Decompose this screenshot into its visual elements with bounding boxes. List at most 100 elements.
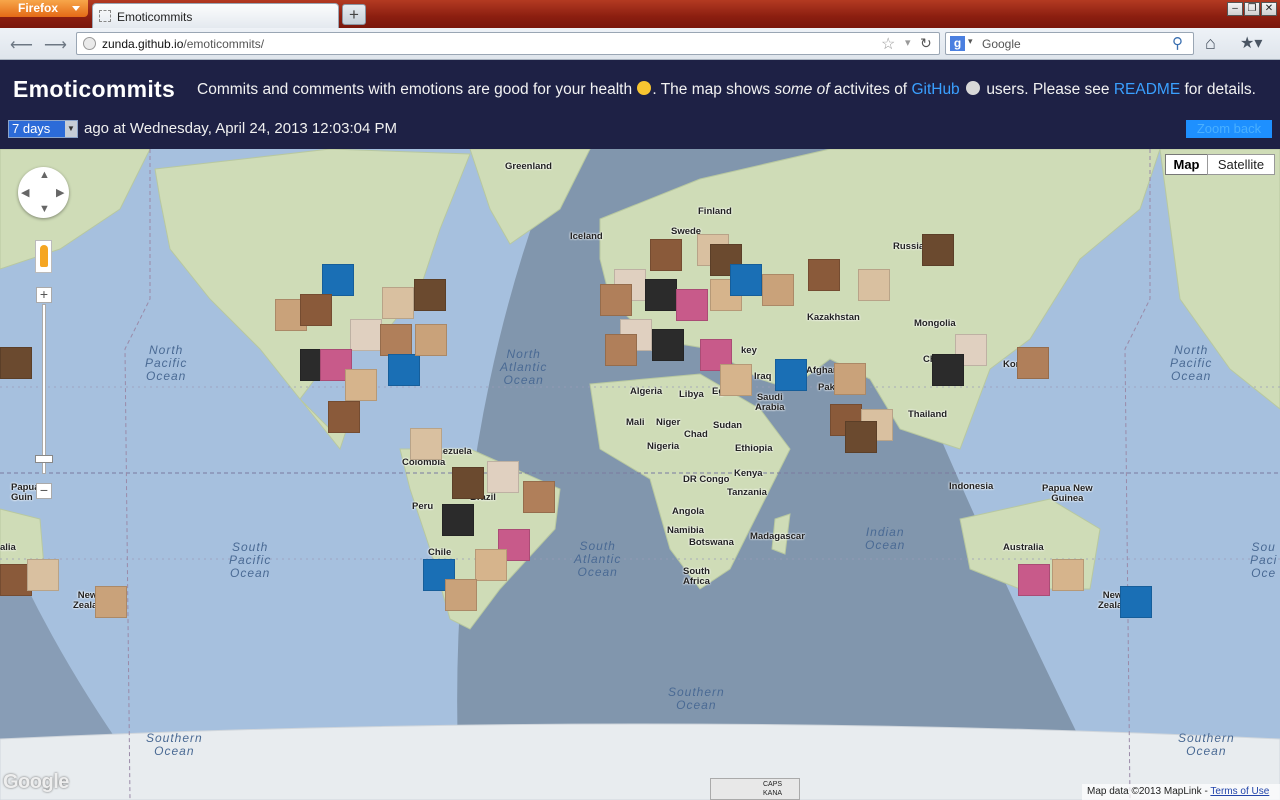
url-bar[interactable]: zunda.github.io/emoticommits/ ☆ ▾ ↻ xyxy=(76,32,940,55)
user-avatar-marker[interactable] xyxy=(600,284,632,316)
user-avatar-marker[interactable] xyxy=(523,481,555,513)
readme-link[interactable]: README xyxy=(1114,81,1180,98)
search-engine-dropdown-icon[interactable]: ▾ xyxy=(968,36,973,47)
map-label-tanzania: Tanzania xyxy=(727,487,767,498)
user-avatar-marker[interactable] xyxy=(0,347,32,379)
zoom-slider-thumb[interactable] xyxy=(35,455,53,463)
ocean-label-north-pacific-left: North Pacific Ocean xyxy=(145,343,188,383)
map-type-map-button[interactable]: Map xyxy=(1165,154,1208,175)
user-avatar-marker[interactable] xyxy=(775,359,807,391)
google-search-engine-icon[interactable]: g xyxy=(950,36,965,51)
pan-up-icon[interactable]: ▲ xyxy=(39,169,50,181)
user-avatar-marker[interactable] xyxy=(388,354,420,386)
reload-icon[interactable]: ↻ xyxy=(920,35,932,52)
pan-right-icon[interactable]: ▶ xyxy=(56,186,64,199)
search-input[interactable]: Google xyxy=(982,37,1021,51)
url-text[interactable]: zunda.github.io/emoticommits/ xyxy=(102,37,264,51)
user-avatar-marker[interactable] xyxy=(1018,564,1050,596)
navigation-toolbar: ⟵ ⟶ zunda.github.io/emoticommits/ ☆ ▾ ↻ … xyxy=(0,28,1280,60)
user-avatar-marker[interactable] xyxy=(322,264,354,296)
tagline-emphasis: some of xyxy=(774,81,830,98)
pan-control[interactable]: ▲ ▼ ◀ ▶ xyxy=(18,167,69,218)
smiley-icon xyxy=(637,81,652,95)
zoom-back-button[interactable]: Zoom back xyxy=(1186,120,1272,138)
user-avatar-marker[interactable] xyxy=(1017,347,1049,379)
map-label-turkey: key xyxy=(741,345,757,356)
user-avatar-marker[interactable] xyxy=(650,239,682,271)
chevron-down-icon: ▼ xyxy=(65,121,77,137)
user-avatar-marker[interactable] xyxy=(445,579,477,611)
user-avatar-marker[interactable] xyxy=(442,504,474,536)
map-label-ethiopia: Ethiopia xyxy=(735,443,773,454)
user-avatar-marker[interactable] xyxy=(834,363,866,395)
window-minimize-button[interactable]: – xyxy=(1227,2,1243,16)
search-bar[interactable]: g ▾ Google ⚲ xyxy=(945,32,1194,55)
user-avatar-marker[interactable] xyxy=(414,279,446,311)
tagline-part3: activites of xyxy=(833,81,908,98)
url-path: /emoticommits/ xyxy=(183,37,265,51)
new-tab-button[interactable]: + xyxy=(342,4,366,25)
user-avatar-marker[interactable] xyxy=(676,289,708,321)
tagline-part4: users. Please see xyxy=(986,81,1110,98)
user-avatar-marker[interactable] xyxy=(858,269,890,301)
user-avatar-marker[interactable] xyxy=(605,334,637,366)
pan-left-icon[interactable]: ◀ xyxy=(21,186,29,199)
zoom-slider-track[interactable] xyxy=(42,304,46,474)
user-avatar-marker[interactable] xyxy=(350,319,382,351)
firefox-menu-button[interactable]: Firefox xyxy=(0,0,88,17)
user-avatar-marker[interactable] xyxy=(452,467,484,499)
zoom-out-button[interactable]: − xyxy=(36,483,52,499)
window-maximize-button[interactable]: ❐ xyxy=(1244,2,1260,16)
user-avatar-marker[interactable] xyxy=(382,287,414,319)
map-label-kenya: Kenya xyxy=(734,468,763,479)
world-map[interactable]: Greenland Iceland Finland Swede Russia K… xyxy=(0,149,1280,800)
user-avatar-marker[interactable] xyxy=(487,461,519,493)
user-avatar-marker[interactable] xyxy=(808,259,840,291)
user-avatar-marker[interactable] xyxy=(1120,586,1152,618)
map-label-angola: Angola xyxy=(672,506,705,517)
user-avatar-marker[interactable] xyxy=(845,421,877,453)
user-avatar-marker[interactable] xyxy=(380,324,412,356)
map-type-satellite-button[interactable]: Satellite xyxy=(1207,154,1275,175)
street-view-pegman-icon[interactable] xyxy=(35,240,52,273)
magnifier-icon[interactable]: ⚲ xyxy=(1172,34,1183,52)
user-avatar-marker[interactable] xyxy=(762,274,794,306)
browser-tab[interactable]: Emoticommits xyxy=(92,3,339,28)
terms-of-use-link[interactable]: Terms of Use xyxy=(1210,786,1269,797)
github-link[interactable]: GitHub xyxy=(911,81,959,98)
google-logo[interactable]: Google xyxy=(3,771,69,794)
bookmarks-menu-icon[interactable]: ★▾ xyxy=(1240,33,1262,53)
chevron-down-icon xyxy=(72,6,80,11)
home-icon[interactable]: ⌂ xyxy=(1205,33,1216,54)
window-close-button[interactable]: ✕ xyxy=(1261,2,1277,16)
tagline-part5: for details. xyxy=(1184,81,1256,98)
user-avatar-marker[interactable] xyxy=(328,401,360,433)
forward-arrow-icon[interactable]: ⟶ xyxy=(44,35,67,55)
bookmark-star-icon[interactable]: ☆ xyxy=(881,34,895,54)
time-range-select[interactable]: 7 days ▼ xyxy=(8,120,78,138)
browser-titlebar: Firefox Emoticommits + – ❐ ✕ xyxy=(0,0,1280,28)
pan-down-icon[interactable]: ▼ xyxy=(39,203,50,215)
user-avatar-marker[interactable] xyxy=(645,279,677,311)
user-avatar-marker[interactable] xyxy=(415,324,447,356)
user-avatar-marker[interactable] xyxy=(95,586,127,618)
user-avatar-marker[interactable] xyxy=(345,369,377,401)
user-avatar-marker[interactable] xyxy=(410,428,442,460)
user-avatar-marker[interactable] xyxy=(730,264,762,296)
back-arrow-icon[interactable]: ⟵ xyxy=(10,35,33,55)
user-avatar-marker[interactable] xyxy=(1052,559,1084,591)
user-avatar-marker[interactable] xyxy=(475,549,507,581)
history-dropdown-icon[interactable]: ▾ xyxy=(905,36,911,49)
zoom-in-button[interactable]: + xyxy=(36,287,52,303)
user-avatar-marker[interactable] xyxy=(300,294,332,326)
map-label-new-zealand-left: New Zeala xyxy=(73,590,98,611)
user-avatar-marker[interactable] xyxy=(720,364,752,396)
user-avatar-marker[interactable] xyxy=(922,234,954,266)
map-label-chile: Chile xyxy=(428,547,452,558)
user-avatar-marker[interactable] xyxy=(27,559,59,591)
user-avatar-marker[interactable] xyxy=(932,354,964,386)
map-label-namibia: Namibia xyxy=(667,525,704,536)
map-label-madagascar: Madagascar xyxy=(750,531,805,542)
user-avatar-marker[interactable] xyxy=(652,329,684,361)
ocean-label-north-pacific-right: North Pacific Ocean xyxy=(1170,343,1213,383)
